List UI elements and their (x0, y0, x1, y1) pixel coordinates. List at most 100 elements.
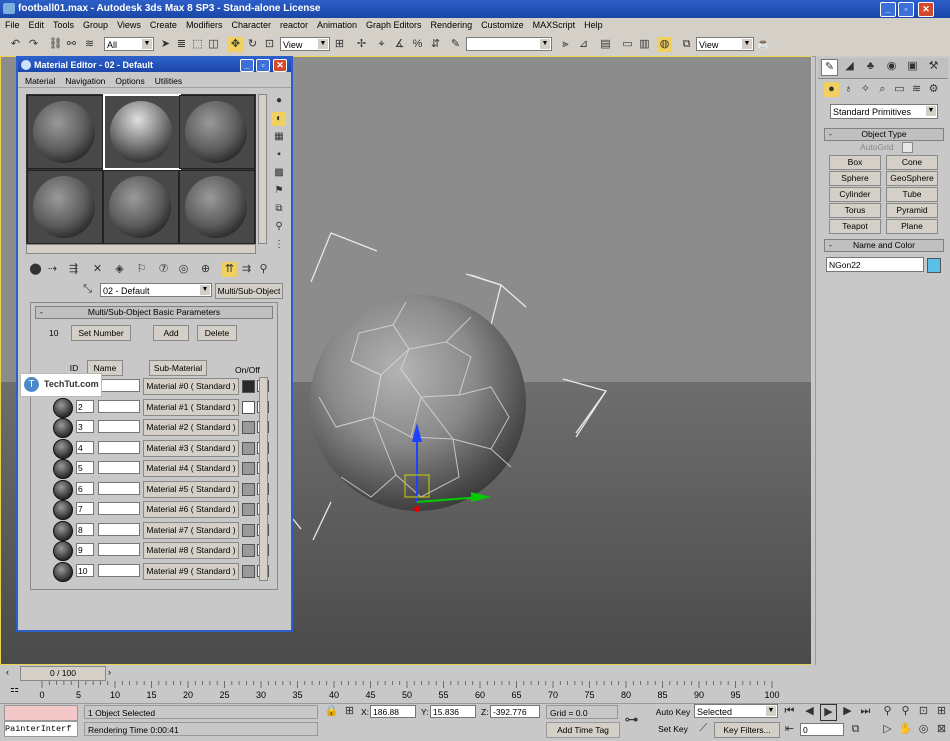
background-icon[interactable]: ▦ (272, 130, 286, 144)
sample-slots-scrollbar[interactable] (26, 244, 256, 254)
rect-selection-icon[interactable]: ⬚ (190, 37, 205, 52)
menu-group[interactable]: Group (78, 18, 112, 30)
select-object-icon[interactable]: ➤ (158, 37, 173, 52)
sub-material-button[interactable]: Material #2 ( Standard ) (143, 419, 239, 436)
sample-slots-vscroll[interactable] (258, 94, 267, 244)
sub-material-button[interactable]: Material #5 ( Standard ) (143, 480, 239, 498)
make-unique-icon[interactable]: ◈ (112, 262, 127, 277)
render-type-select[interactable]: View ▼ (696, 37, 754, 51)
sub-material-name-input[interactable] (98, 481, 140, 495)
select-link-icon[interactable]: ⛓ (48, 37, 63, 52)
sub-material-name-input[interactable] (98, 461, 140, 474)
menu-modifiers[interactable]: Modifiers (181, 18, 227, 30)
menu-graph-editors[interactable]: Graph Editors (361, 18, 426, 30)
sub-material-button[interactable]: Material #4 ( Standard ) (143, 460, 239, 477)
set-key-icon[interactable]: ⊶ (624, 712, 639, 727)
sub-material-name-input[interactable] (98, 440, 140, 454)
helpers-icon[interactable]: ▭ (892, 82, 907, 97)
bind-space-warp-icon[interactable]: ≋ (82, 37, 97, 52)
add-button[interactable]: Add (153, 325, 189, 341)
arc-rotate-icon[interactable]: ◎ (916, 722, 931, 737)
previous-frame-icon[interactable]: ◀ (802, 704, 817, 719)
sub-material-id[interactable]: 2 (76, 399, 94, 413)
menu-tools[interactable]: Tools (48, 18, 78, 30)
go-to-end-icon[interactable]: ⏭ (858, 704, 873, 719)
sub-material-id[interactable]: 7 (76, 502, 94, 515)
sub-material-name-input[interactable] (98, 502, 140, 515)
sub-material-swatch[interactable] (53, 520, 73, 541)
set-number-button[interactable]: Set Number (71, 325, 131, 341)
teapot-button[interactable]: Teapot (829, 219, 881, 234)
sub-material-color-swatch[interactable] (242, 482, 255, 496)
track-bar-icon[interactable]: ⚏ (10, 684, 24, 698)
autogrid-checkbox[interactable] (902, 142, 913, 153)
put-to-scene-icon[interactable]: ⇢ (45, 262, 60, 277)
backlight-icon[interactable]: ◐ (272, 112, 286, 126)
spinner-snap-icon[interactable]: ⇵ (428, 37, 443, 52)
sub-material-id[interactable]: 10 (76, 563, 94, 577)
time-prev-arrow-icon[interactable]: ‹ (6, 667, 16, 679)
options-icon[interactable]: ⧉ (272, 202, 286, 216)
sub-material-name-input[interactable] (98, 563, 140, 577)
motion-tab-icon[interactable]: ◉ (884, 59, 899, 74)
sub-material-color-swatch[interactable] (242, 544, 255, 557)
cylinder-button[interactable]: Cylinder (829, 187, 881, 202)
set-key-button[interactable]: Set Key (654, 722, 692, 736)
menu-rendering[interactable]: Rendering (426, 18, 477, 30)
box-button[interactable]: Box (829, 155, 881, 170)
delete-button[interactable]: Delete (197, 325, 237, 341)
go-to-start-icon[interactable]: ⏮ (782, 704, 797, 719)
sub-material-button[interactable]: Material #7 ( Standard ) (143, 521, 239, 539)
add-time-tag-button[interactable]: Add Time Tag (546, 722, 620, 738)
sub-material-button[interactable]: Material #6 ( Standard ) (143, 501, 239, 518)
time-config-icon[interactable]: ⧉ (848, 722, 863, 737)
sub-material-id[interactable]: 9 (76, 543, 94, 556)
show-end-result-icon[interactable]: ⊕ (198, 262, 213, 277)
get-material-icon[interactable]: ⬤ (28, 262, 43, 277)
maxscript-listener[interactable]: PainterInterf (4, 721, 78, 737)
menu-character[interactable]: Character (226, 18, 275, 30)
select-rotate-icon[interactable]: ↻ (245, 37, 260, 52)
show-map-icon[interactable]: ◎ (176, 262, 191, 277)
x-coord-input[interactable]: 186.88 (370, 705, 416, 718)
align-icon[interactable]: ⊿ (576, 37, 591, 52)
zoom-icon[interactable]: ⚲ (880, 704, 895, 719)
plane-button[interactable]: Plane (886, 219, 938, 234)
track-bar[interactable]: ⚏ 0 5 10 15 20 25 30 35 40 45 50 55 60 65 70 75 80 85 90 95… (0, 681, 812, 703)
sub-material-swatch[interactable] (53, 397, 73, 418)
create-tab-icon[interactable]: ✎ (821, 59, 838, 76)
mirror-icon[interactable]: ⫸ (558, 37, 573, 52)
sample-slot[interactable] (179, 170, 255, 244)
quick-render-icon[interactable]: ☕ (756, 37, 771, 52)
schematic-view-icon[interactable]: ▥ (637, 37, 652, 52)
utilities-tab-icon[interactable]: ⚒ (926, 59, 941, 74)
sample-slot[interactable] (27, 95, 103, 169)
maxscript-listener-top[interactable] (4, 705, 78, 721)
medit-minimize-button[interactable]: _ (240, 59, 254, 72)
time-slider-thumb[interactable]: 0 / 100 (20, 666, 106, 681)
minimize-button[interactable]: _ (880, 2, 896, 17)
pivot-center-icon[interactable]: ⊞ (332, 37, 347, 52)
medit-maximize-button[interactable]: ▫ (256, 59, 270, 72)
object-type-rollout[interactable]: - Object Type (824, 128, 944, 141)
named-selection-icon[interactable]: ✎ (448, 37, 463, 52)
sub-material-button[interactable]: Material #9 ( Standard ) (143, 562, 239, 580)
sub-material-id[interactable]: 6 (76, 481, 94, 495)
sample-uv-tiling-icon[interactable]: ▪ (272, 148, 286, 162)
sub-material-id[interactable]: 5 (76, 461, 94, 474)
zoom-extents-icon[interactable]: ⊡ (916, 704, 931, 719)
menu-file[interactable]: File (0, 18, 24, 30)
ref-coord-select[interactable]: View ▼ (280, 37, 330, 51)
assign-material-icon[interactable]: ⇶ (66, 262, 81, 277)
primitive-category-select[interactable]: Standard Primitives ▼ (830, 104, 938, 119)
sub-material-name-input[interactable] (98, 399, 140, 413)
field-of-view-icon[interactable]: ▷ (880, 722, 895, 737)
sub-material-button[interactable]: Material #8 ( Standard ) (143, 542, 239, 559)
pick-material-icon[interactable]: ⤡ (80, 282, 95, 297)
percent-snap-icon[interactable]: % (410, 37, 425, 52)
menu-customize[interactable]: Customize (476, 18, 528, 30)
sub-material-color-swatch[interactable] (242, 441, 255, 455)
medit-menu-navigation[interactable]: Navigation (58, 73, 108, 86)
maximize-button[interactable]: ▫ (898, 2, 914, 17)
lights-icon[interactable]: ✧ (858, 82, 873, 97)
